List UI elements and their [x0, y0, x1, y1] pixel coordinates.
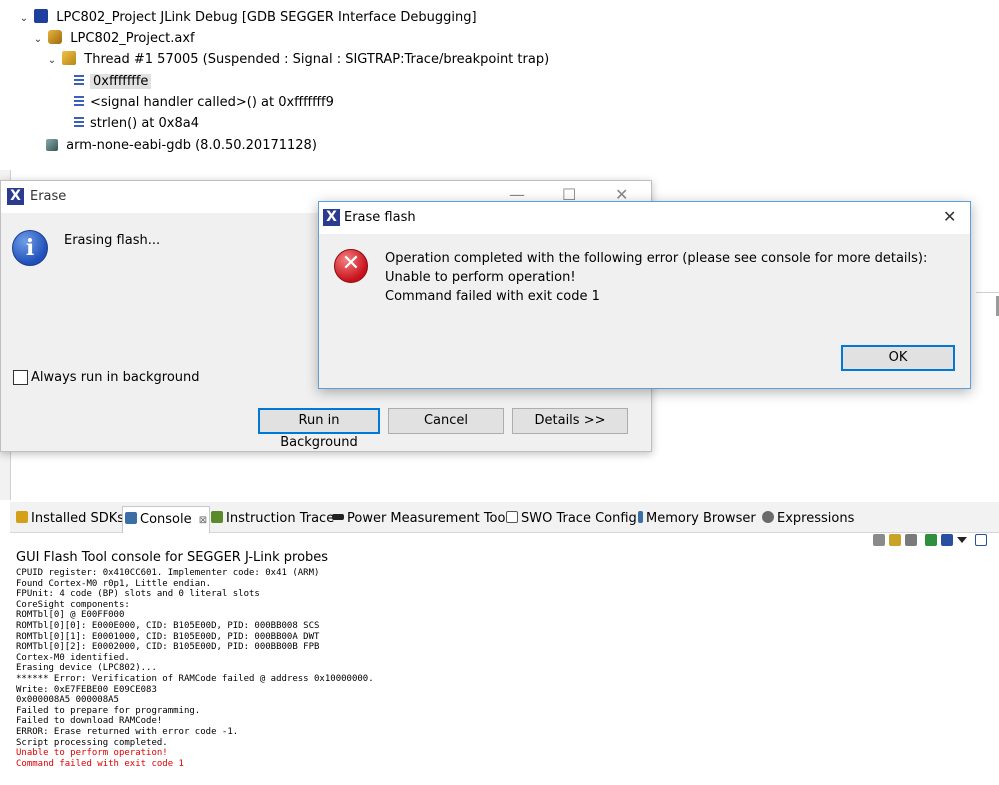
frame-label: 0xfffffffe — [90, 74, 152, 89]
cancel-button[interactable]: Cancel — [388, 408, 504, 434]
console-line: FPUnit: 4 code (BP) slots and 0 literal … — [16, 589, 260, 600]
sdk-icon — [16, 511, 28, 523]
ok-button[interactable]: OK — [841, 345, 955, 371]
erase-message: Erasing flash... — [64, 233, 161, 248]
chevron-down-icon[interactable]: ⌄ — [46, 51, 58, 71]
console-line: ROMTbl[0] @ E00FF000 — [16, 610, 125, 621]
thread-suspended-icon — [62, 51, 77, 65]
close-icon[interactable]: ✕ — [943, 207, 956, 226]
tab-label: Expressions — [777, 511, 855, 526]
stack-frame[interactable]: <signal handler called>() at 0xfffffff9 — [74, 93, 334, 113]
swo-icon — [506, 511, 518, 523]
information-icon: i — [12, 230, 48, 266]
stack-frame-icon — [74, 96, 84, 106]
app-logo-icon: X — [7, 188, 24, 205]
tree-item-axf[interactable]: ⌄ LPC802_Project.axf — [32, 29, 195, 49]
console-line: ERROR: Erase returned with error code -1… — [16, 726, 239, 737]
erase-flash-dialog: X Erase flash ✕ ✕ Operation completed wi… — [318, 201, 971, 389]
console-line: Cortex-M0 identified. — [16, 652, 130, 663]
console-error-line: Command failed with exit code 1 — [16, 758, 184, 769]
console-title: GUI Flash Tool console for SEGGER J-Link… — [16, 550, 329, 565]
error-message-line: Unable to perform operation! — [385, 270, 576, 285]
tab-console[interactable]: Console ⊠ — [122, 506, 211, 533]
separator — [976, 292, 999, 293]
console-line: Erasing device (LPC802)... — [16, 663, 157, 674]
error-message-line: Command failed with exit code 1 — [385, 289, 600, 304]
trace-icon — [211, 511, 223, 523]
details-button[interactable]: Details >> — [512, 408, 628, 434]
app-logo-icon: X — [323, 209, 340, 226]
tree-item-launch[interactable]: ⌄ LPC802_Project JLink Debug [GDB SEGGER… — [18, 8, 477, 28]
console-line: ROMTbl[0][1]: E0001000, CID: B105E00D, P… — [16, 631, 320, 642]
stack-frame[interactable]: strlen() at 0x8a4 — [74, 114, 199, 134]
gdb-process-icon — [46, 139, 58, 151]
console-line: Failed to download RAMCode! — [16, 716, 163, 727]
display-console-icon[interactable] — [925, 534, 937, 546]
new-console-icon[interactable] — [975, 534, 987, 546]
stack-frame[interactable]: 0xfffffffe — [74, 72, 152, 92]
console-line: ROMTbl[0][0]: E000E000, CID: B105E00D, P… — [16, 620, 320, 631]
axf-label: LPC802_Project.axf — [70, 31, 195, 46]
error-message-line: Operation completed with the following e… — [385, 251, 928, 266]
tab-installed-sdks[interactable]: Installed SDKs — [16, 509, 124, 529]
console-line: Script processing completed. — [16, 737, 168, 748]
pin-console-icon[interactable] — [905, 534, 917, 546]
clear-console-icon[interactable] — [873, 534, 885, 546]
frame-label: <signal handler called>() at 0xfffffff9 — [90, 95, 334, 110]
tab-instruction-trace[interactable]: Instruction Trace — [211, 509, 334, 529]
launch-config-icon — [34, 9, 49, 23]
console-line: 0x000008A5 000008A5 — [16, 695, 119, 706]
console-line: CPUID register: 0x410CC601. Implementer … — [16, 568, 320, 578]
stack-frame-icon — [74, 117, 84, 127]
frame-label: strlen() at 0x8a4 — [90, 116, 200, 131]
tab-label: Installed SDKs — [31, 511, 125, 526]
panel-tab-bar: Installed SDKs Console ⊠ Instruction Tra… — [10, 502, 999, 533]
launch-label: LPC802_Project JLink Debug [GDB SEGGER I… — [56, 10, 477, 25]
scroll-lock-icon[interactable] — [889, 534, 901, 546]
console-line: Write: 0xE7FEBE00 E09CE083 — [16, 684, 157, 695]
error-icon: ✕ — [334, 249, 368, 283]
gdb-label: arm-none-eabi-gdb (8.0.50.20171128) — [66, 138, 317, 153]
console-line: CoreSight components: — [16, 599, 130, 610]
erase-flash-title: Erase flash — [344, 210, 416, 225]
tab-expressions[interactable]: Expressions — [762, 509, 854, 529]
chevron-down-icon[interactable]: ⌄ — [32, 30, 44, 50]
memory-icon — [638, 511, 643, 523]
run-in-background-button[interactable]: Run in Background — [258, 408, 380, 450]
debug-tree: ⌄ LPC802_Project JLink Debug [GDB SEGGER… — [0, 0, 999, 170]
power-icon — [332, 514, 344, 520]
console-line: Found Cortex-M0 r0p1, Little endian. — [16, 578, 212, 589]
console-error-line: Unable to perform operation! — [16, 748, 168, 759]
console-line: ROMTbl[0][2]: E0002000, CID: B105E00D, P… — [16, 642, 320, 653]
tab-power-measurement[interactable]: Power Measurement Tool — [332, 509, 509, 529]
bottom-panel: Installed SDKs Console ⊠ Instruction Tra… — [10, 502, 999, 785]
tab-label: Power Measurement Tool — [347, 511, 510, 526]
always-background-label: Always run in background — [31, 370, 200, 385]
console-output: CPUID register: 0x410CC601. Implementer … — [16, 568, 996, 769]
chevron-down-icon[interactable] — [957, 537, 967, 543]
tab-swo-trace-config[interactable]: SWO Trace Config — [506, 509, 637, 529]
console-line: ****** Error: Verification of RAMCode fa… — [16, 673, 374, 684]
close-icon[interactable]: ⊠ — [199, 515, 207, 526]
tree-item-gdb[interactable]: arm-none-eabi-gdb (8.0.50.20171128) — [46, 136, 317, 156]
tab-memory-browser[interactable]: Memory Browser — [638, 509, 756, 529]
expressions-icon — [762, 511, 774, 523]
tab-label: Memory Browser — [646, 511, 756, 526]
tab-label: Console — [140, 512, 192, 527]
thread-label: Thread #1 57005 (Suspended : Signal : SI… — [84, 52, 550, 67]
chevron-down-icon[interactable]: ⌄ — [18, 9, 30, 29]
erase-flash-titlebar[interactable]: X Erase flash ✕ — [319, 202, 970, 234]
tab-label: Instruction Trace — [226, 511, 335, 526]
open-console-icon[interactable] — [941, 534, 953, 546]
erase-title: Erase — [30, 189, 67, 204]
tab-label: SWO Trace Config — [521, 511, 637, 526]
console-line: Failed to prepare for programming. — [16, 705, 201, 716]
console-toolbar — [869, 532, 999, 550]
always-background-checkbox[interactable] — [13, 370, 28, 385]
stack-frame-icon — [74, 75, 84, 85]
console-icon — [125, 512, 137, 524]
tree-item-thread[interactable]: ⌄ Thread #1 57005 (Suspended : Signal : … — [46, 50, 549, 70]
process-icon — [48, 30, 63, 44]
